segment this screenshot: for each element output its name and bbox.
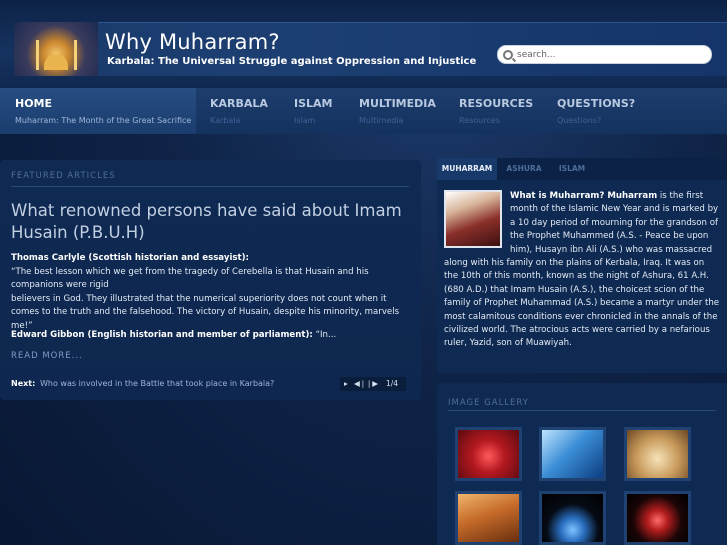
- quote-author: Thomas Carlyle (Scottish historian and e…: [11, 253, 249, 263]
- nav-sublabel: Karbala: [210, 116, 241, 125]
- gallery-thumbnail[interactable]: [539, 427, 606, 481]
- site-title[interactable]: Why Muharram?: [105, 30, 280, 54]
- quote-text: believers in God. They illustrated that …: [11, 293, 400, 331]
- nav-item-karbala[interactable]: KARBALA Karbala: [196, 88, 280, 134]
- nav-sublabel: Questions?: [557, 116, 602, 125]
- next-article-bar: Next: Who was involved in the Battle tha…: [0, 372, 421, 396]
- nav-label: MULTIMEDIA: [359, 97, 436, 110]
- next-icon[interactable]: ❘▶: [366, 379, 378, 388]
- article-pager: ▸ ◀❘ ❘▶ 1/4: [340, 377, 406, 391]
- nav-sublabel: Resources: [459, 116, 500, 125]
- pager-count: 1/4: [386, 379, 399, 388]
- gallery-thumbnail[interactable]: [624, 427, 691, 481]
- nav-label: HOME: [15, 97, 53, 110]
- nav-item-islam[interactable]: ISLAM Islam: [280, 88, 345, 134]
- tab-islam[interactable]: ISLAM: [551, 158, 593, 180]
- nav-item-home[interactable]: HOME Muharram: The Month of the Great Sa…: [0, 88, 196, 134]
- quote-author: Edward Gibbon (English historian and mem…: [11, 330, 313, 340]
- gallery-section-label: IMAGE GALLERY: [448, 398, 529, 408]
- site-tagline: Karbala: The Universal Struggle against …: [107, 56, 477, 67]
- nav-sublabel: Multimedia: [359, 116, 404, 125]
- muharram-thumbnail-image[interactable]: [444, 190, 502, 248]
- tab-content: What is Muharram? Muharram is the first …: [444, 190, 720, 351]
- search-input[interactable]: [517, 47, 707, 62]
- article-excerpt-second: Edward Gibbon (English historian and mem…: [11, 329, 411, 343]
- next-article-link[interactable]: Who was involved in the Battle that took…: [40, 379, 274, 388]
- article-title[interactable]: What renowned persons have said about Im…: [11, 200, 411, 244]
- nav-label: QUESTIONS?: [557, 97, 636, 110]
- divider: [11, 186, 409, 187]
- main-nav: HOME Muharram: The Month of the Great Sa…: [0, 88, 727, 134]
- nav-label: RESOURCES: [459, 97, 534, 110]
- dome-shape: [44, 54, 68, 70]
- play-icon[interactable]: ▸: [344, 379, 348, 388]
- nav-item-multimedia[interactable]: MULTIMEDIA Multimedia: [345, 88, 445, 134]
- next-label: Next:: [11, 379, 36, 388]
- search-box[interactable]: [497, 45, 712, 64]
- article-excerpt: Thomas Carlyle (Scottish historian and e…: [11, 252, 411, 333]
- minaret-shape: [36, 40, 39, 70]
- quote-text: “In...: [315, 330, 337, 340]
- gallery-thumbnail[interactable]: [455, 491, 522, 545]
- tab-strip: MUHARRAM ASHURA ISLAM: [437, 158, 727, 180]
- gallery-thumbnail[interactable]: [624, 491, 691, 545]
- nav-sublabel: Islam: [294, 116, 316, 125]
- site-header: Why Muharram? Karbala: The Universal Str…: [0, 0, 727, 88]
- tab-muharram[interactable]: MUHARRAM: [437, 158, 497, 180]
- nav-sublabel: Muharram: The Month of the Great Sacrifi…: [15, 116, 192, 125]
- featured-section-label: FEATURED ARTICLES: [11, 171, 116, 181]
- nav-label: KARBALA: [210, 97, 268, 110]
- divider: [448, 410, 716, 411]
- previous-icon[interactable]: ◀❘: [354, 379, 366, 388]
- tab-heading: What is Muharram? Muharram: [510, 191, 658, 201]
- read-more-link[interactable]: READ MORE...: [11, 351, 83, 361]
- nav-item-questions[interactable]: QUESTIONS? Questions?: [543, 88, 643, 134]
- search-icon: [503, 50, 513, 60]
- gallery-thumbnail[interactable]: [455, 427, 522, 481]
- nav-label: ISLAM: [294, 97, 333, 110]
- tab-ashura[interactable]: ASHURA: [499, 158, 549, 180]
- shrine-logo-image[interactable]: [14, 22, 98, 76]
- nav-item-resources[interactable]: RESOURCES Resources: [445, 88, 543, 134]
- gallery-thumbnail[interactable]: [539, 491, 606, 545]
- quote-text: “The best lesson which we get from the t…: [11, 266, 369, 291]
- minaret-shape: [74, 40, 77, 70]
